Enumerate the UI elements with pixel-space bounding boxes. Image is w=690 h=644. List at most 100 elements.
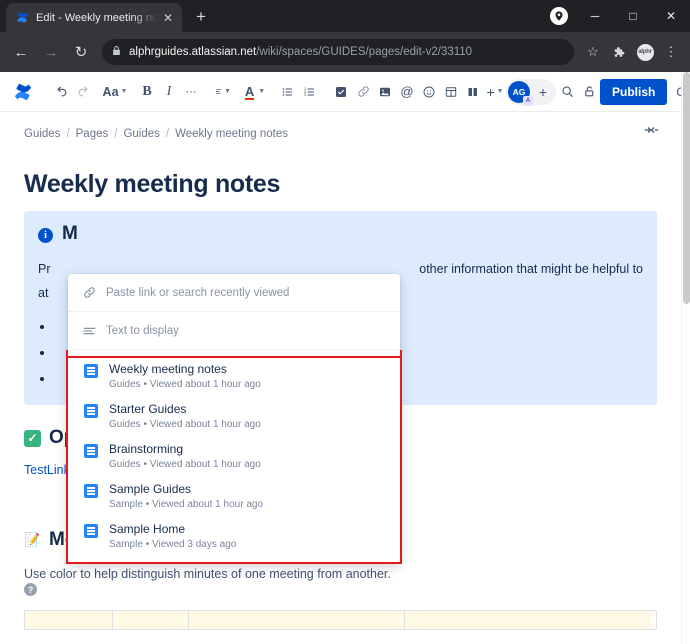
publish-button[interactable]: Publish [600,79,667,105]
page-icon [84,444,98,458]
redo-icon[interactable] [72,79,94,105]
result-meta: Guides • Viewed about 1 hour ago [109,379,261,390]
confluence-logo-icon[interactable] [12,81,34,103]
undo-icon[interactable] [50,79,72,105]
result-viewed: Viewed about 1 hour ago [150,419,261,430]
link-url-field[interactable]: Paste link or search recently viewed [68,274,400,312]
breadcrumb-separator: / [114,128,117,140]
bullet-list-button[interactable] [276,79,298,105]
collapse-sidebar-icon[interactable] [644,124,659,138]
link-popup: Paste link or search recently viewed Tex… [68,274,400,562]
more-formatting-icon[interactable]: ⋯ [180,79,202,105]
meta-separator: • [143,379,147,390]
page-icon [84,484,98,498]
tab-profile-icon[interactable] [550,7,568,25]
bold-button[interactable]: B [136,79,158,105]
url-bar-row: ← → ↻ alphrguides.atlassian.net/wiki/spa… [0,32,690,72]
meta-separator: • [143,419,147,430]
result-title: Sample Home [109,522,236,537]
window-close-button[interactable]: ✕ [652,0,690,32]
avatar[interactable]: AG A [508,81,530,103]
table-icon[interactable] [440,79,462,105]
breadcrumb-item-guides[interactable]: Guides [24,128,60,140]
back-button[interactable]: ← [6,37,36,67]
table-cell[interactable] [25,611,113,629]
breadcrumb-separator: / [66,128,69,140]
breadcrumb-item-current[interactable]: Weekly meeting notes [175,128,288,140]
address-bar[interactable]: alphrguides.atlassian.net/wiki/spaces/GU… [102,39,574,65]
insert-more-dropdown[interactable]: + ▼ [484,79,506,105]
breadcrumb-item-pages[interactable]: Pages [76,128,109,140]
tab-title: Edit - Weekly meeting notes - Gu [36,12,160,24]
highlight-border-top [66,356,402,358]
italic-button[interactable]: I [158,79,180,105]
result-meta: Sample • Viewed about 1 hour ago [109,499,263,510]
result-viewed: Viewed 3 days ago [152,539,236,550]
layout-icon[interactable] [462,79,484,105]
list-item[interactable]: Brainstorming Guides • Viewed about 1 ho… [68,436,400,476]
search-icon[interactable] [556,79,578,105]
green-check-emoji-icon: ✓ [24,430,41,447]
result-meta: Guides • Viewed about 1 hour ago [109,419,261,430]
page-content-scroll: Aa ▼ B I ⋯ ▼ A ▼ [0,72,681,644]
meta-separator: • [146,539,150,550]
plus-icon: + [486,84,494,100]
forward-button[interactable]: → [36,37,66,67]
scrollbar-thumb[interactable] [683,72,690,304]
new-tab-button[interactable]: + [187,3,215,31]
result-title: Brainstorming [109,442,261,457]
text-align-dropdown[interactable]: ▼ [212,79,234,105]
table-cell[interactable] [405,611,651,629]
url-path: /wiki/spaces/GUIDES/pages/edit-v2/33110 [256,46,472,58]
result-space: Sample [109,499,143,510]
window-maximize-button[interactable]: □ [614,0,652,32]
result-viewed: Viewed about 1 hour ago [152,499,263,510]
table-cell[interactable] [113,611,189,629]
add-person-button[interactable]: + [534,83,552,101]
info-paragraph-right: other information that might be helpful … [419,257,643,281]
mention-icon[interactable]: @ [396,79,418,105]
extensions-puzzle-icon[interactable] [606,39,632,65]
memo-emoji-icon: 📝 [24,532,41,549]
profile-avatar[interactable]: alphr [632,39,658,65]
tab-close-icon[interactable]: ✕ [160,10,176,26]
help-icon[interactable]: ? [24,583,37,596]
profile-initials: alphr [637,44,654,61]
browser-tab[interactable]: Edit - Weekly meeting notes - Gu ✕ [6,3,182,32]
link-display-placeholder: Text to display [106,325,179,337]
browser-window: Edit - Weekly meeting notes - Gu ✕ + ─ □… [0,0,690,644]
text-color-dropdown[interactable]: A ▼ [244,79,266,105]
avatar-initials: AG [513,87,526,97]
test-link[interactable]: TestLink [24,463,70,477]
url-text: alphrguides.atlassian.net/wiki/spaces/GU… [129,46,472,58]
image-icon[interactable] [374,79,396,105]
avatar-app-badge: A [523,96,533,106]
text-style-dropdown[interactable]: Aa ▼ [104,79,126,105]
align-left-icon [215,86,222,97]
link-icon[interactable] [352,79,374,105]
reload-button[interactable]: ↻ [66,37,96,67]
list-item[interactable]: Sample Guides Sample • Viewed about 1 ho… [68,476,400,516]
task-checkbox-icon[interactable] [330,79,352,105]
browser-menu-icon[interactable]: ⋮ [658,39,684,65]
window-minimize-button[interactable]: ─ [576,0,614,32]
breadcrumb-item-guides-2[interactable]: Guides [123,128,159,140]
collaborators[interactable]: AG A + [506,79,556,105]
list-item[interactable]: Sample Home Sample • Viewed 3 days ago [68,516,400,556]
minutes-table[interactable] [24,610,657,630]
link-search-results: Weekly meeting notes Guides • Viewed abo… [66,350,402,564]
list-item[interactable]: Weekly meeting notes Guides • Viewed abo… [68,356,400,396]
svg-text:3: 3 [304,92,307,97]
lock-icon [112,45,121,59]
chevron-down-icon: ▼ [497,88,504,95]
bookmark-star-icon[interactable]: ☆ [580,39,606,65]
numbered-list-button[interactable]: 123 [298,79,320,105]
page-scrollbar[interactable] [681,72,690,644]
table-cell[interactable] [189,611,405,629]
list-item[interactable]: Starter Guides Guides • Viewed about 1 h… [68,396,400,436]
link-display-text-field[interactable]: Text to display [68,312,400,350]
emoji-icon[interactable] [418,79,440,105]
result-viewed: Viewed about 1 hour ago [150,459,261,470]
restrictions-lock-icon[interactable] [578,79,600,105]
page-title[interactable]: Weekly meeting notes [24,170,657,199]
